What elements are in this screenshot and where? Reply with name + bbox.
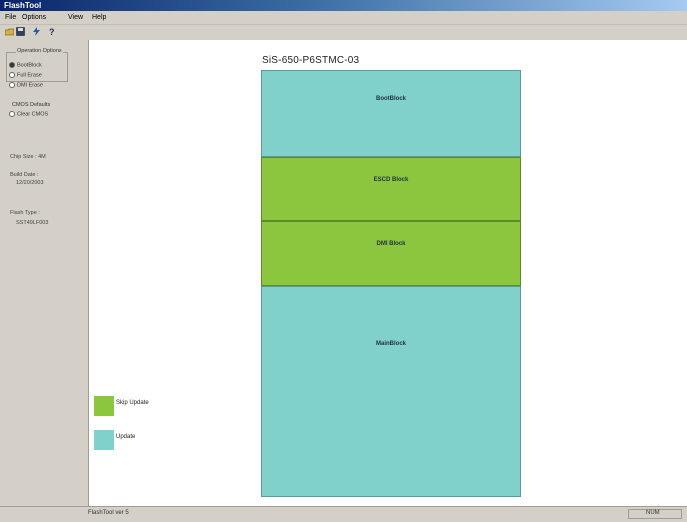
status-text: FlashTool ver 5 [88,510,129,516]
open-icon[interactable] [5,27,14,36]
option-bootblock[interactable]: BootBlock [9,62,42,69]
block-label: BootBlock [376,96,406,102]
window-title: FlashTool [4,1,42,10]
legend-update-swatch [94,430,114,450]
chip-size: Chip Size : 4M [10,154,46,160]
status-bar: FlashTool ver 5 NUM [0,506,687,522]
legend-update-label: Update [116,434,136,440]
radio-selected-icon[interactable] [9,62,15,68]
radio-icon[interactable] [9,82,15,88]
menu-bar: File Options View Help [0,11,687,25]
radio-icon[interactable] [9,72,15,78]
block-label: MainBlock [375,341,406,347]
menu-options[interactable]: Options [22,11,46,24]
flash-type-label: Flash Type : [10,210,40,216]
toolbar: ? [0,25,88,39]
block-label: DMI Block [376,241,406,247]
option-label: Clear CMOS [17,111,49,118]
legend-skip-swatch [94,396,114,416]
save-icon[interactable] [16,27,25,36]
flash-type-value: SST49LF003 [16,220,49,226]
block-dmi[interactable]: DMI Block [261,221,521,286]
option-cmos-defaults[interactable]: CMOS Defaults [12,102,50,109]
checkbox-icon[interactable] [9,111,15,117]
option-label: DMI Erase [17,82,43,89]
block-mainblock[interactable]: MainBlock [261,286,521,497]
block-label: ESCD Block [373,177,409,183]
flash-icon[interactable] [32,27,41,36]
options-group-label: Operation Options [16,48,63,54]
block-bootblock[interactable]: BootBlock [261,70,521,157]
option-label: BootBlock [17,62,42,69]
svg-text:?: ? [49,27,55,36]
diagram-title: SiS-650-P6STMC-03 [262,55,360,66]
left-panel: Operation Options BootBlock Full Erase D… [0,40,88,506]
status-num: NUM [646,510,660,516]
option-clear-cmos[interactable]: Clear CMOS [9,111,48,118]
block-escd[interactable]: ESCD Block [261,157,521,221]
option-dmi-erase[interactable]: DMI Erase [9,82,43,89]
legend-skip-label: Skip Update [116,400,149,406]
title-bar: FlashTool [0,0,687,11]
option-label: CMOS Defaults [12,102,51,108]
help-icon[interactable]: ? [47,27,56,36]
menu-view[interactable]: View [68,11,83,24]
build-date-value: 12/20/2003 [16,180,44,186]
menu-help[interactable]: Help [92,11,106,24]
build-date-label: Build Date : [10,172,39,178]
option-label: Full Erase [17,72,42,79]
menu-file[interactable]: File [5,11,16,24]
option-full-erase[interactable]: Full Erase [9,72,42,79]
